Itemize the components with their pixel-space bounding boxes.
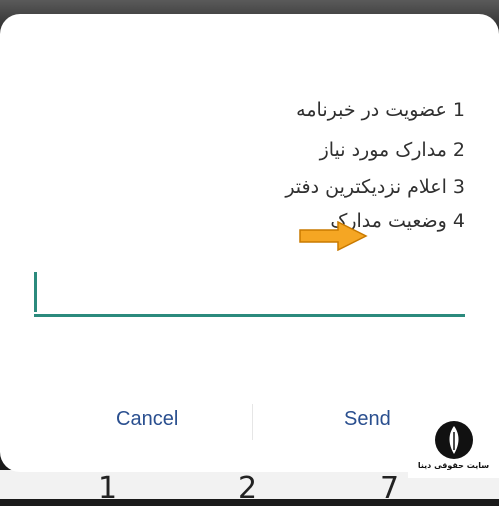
send-button[interactable]: Send [344,408,391,431]
keypad-digit: 7 [380,471,400,506]
site-logo: سایت حقوقی دینا [408,418,499,478]
ussd-dialog: 1 عضویت در خبرنامه 2 مدارک مورد نیاز 3 ا… [0,14,499,472]
keypad-digit: 2 [238,471,258,506]
menu-option-2: 2 مدارک مورد نیاز [319,139,465,161]
cancel-button[interactable]: Cancel [116,408,178,431]
text-caret [34,272,37,312]
arrow-right-icon [299,221,368,251]
reply-input[interactable] [34,314,465,317]
pen-nib-icon [435,421,473,459]
menu-option-3: 3 اعلام نزدیکترین دفتر [285,176,465,198]
keypad-digit: 1 [98,471,118,506]
button-divider [252,404,253,440]
menu-option-1: 1 عضویت در خبرنامه [296,99,465,121]
logo-caption: سایت حقوقی دینا [417,461,490,470]
